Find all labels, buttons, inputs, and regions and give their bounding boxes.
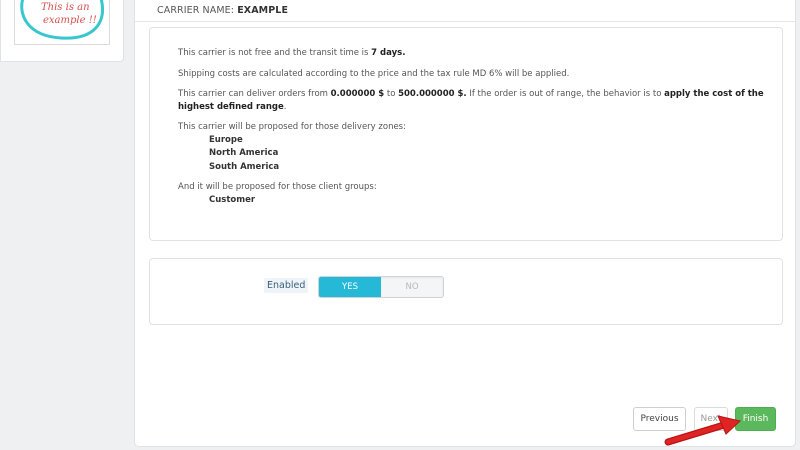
- logo-thumbnail: This is an example !!: [14, 0, 110, 45]
- zones-intro: This carrier will be proposed for those …: [178, 122, 406, 132]
- annotation-arrow-icon: [664, 415, 742, 446]
- carrier-name-value: EXAMPLE: [237, 5, 289, 16]
- transit-text: This carrier is not free and the transit…: [178, 48, 406, 58]
- carrier-summary-panel: Carrier name: EXAMPLE This carrier is no…: [134, 0, 796, 447]
- out-of-range-behavior-line1: apply the cost of the: [664, 89, 764, 99]
- range-max: 500.000000 $.: [398, 89, 467, 99]
- sidebar-card: This is an example !!: [0, 0, 124, 62]
- summary-box: This carrier is not free and the transit…: [149, 27, 783, 241]
- out-of-range-behavior-line2: highest defined range: [178, 102, 284, 112]
- enabled-label: Enabled: [264, 278, 309, 293]
- zone-item: Europe: [209, 135, 243, 145]
- status-box: Enabled YES NO: [149, 258, 783, 325]
- enabled-toggle[interactable]: YES NO: [318, 276, 444, 298]
- transit-time: 7 days.: [371, 48, 406, 58]
- thumbnail-text-line2: example !!: [43, 15, 97, 26]
- range-min: 0.000000 $: [330, 89, 385, 99]
- zone-item: North America: [209, 148, 279, 158]
- group-item: Customer: [209, 195, 256, 205]
- zone-item: South America: [209, 162, 280, 172]
- carrier-name-label: Carrier name:: [157, 5, 235, 16]
- shipping-costs-text: Shipping costs are calculated according …: [178, 69, 570, 79]
- toggle-no-option[interactable]: NO: [381, 277, 443, 297]
- groups-intro: And it will be proposed for those client…: [178, 182, 377, 192]
- panel-header: Carrier name: EXAMPLE: [135, 0, 795, 22]
- range-text: This carrier can deliver orders from 0.0…: [178, 89, 764, 112]
- toggle-yes-option[interactable]: YES: [319, 277, 381, 297]
- thumbnail-text-line1: This is an: [41, 2, 90, 13]
